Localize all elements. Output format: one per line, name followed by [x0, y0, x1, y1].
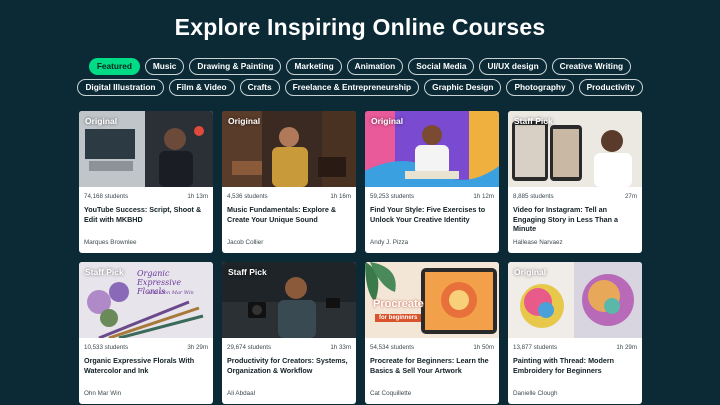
- course-card[interactable]: Staff Pick 29,674 students 1h 33m Produc…: [222, 262, 356, 404]
- student-count: 4,536 students: [227, 193, 268, 200]
- chip-featured[interactable]: Featured: [88, 58, 140, 75]
- course-tag: Staff Pick: [228, 267, 267, 277]
- course-duration: 27m: [624, 193, 637, 200]
- student-count: 29,674 students: [227, 344, 272, 351]
- course-tag: Original: [371, 116, 404, 126]
- chip-graphic-design[interactable]: Graphic Design: [424, 79, 502, 96]
- teacher-name[interactable]: Hallease Narvaez: [513, 239, 563, 246]
- course-card[interactable]: Organic Expressive Florals with Ohn Mar …: [79, 262, 213, 404]
- course-title[interactable]: YouTube Success: Script, Shoot & Edit wi…: [79, 200, 213, 234]
- course-card[interactable]: Staff Pick 8,885 students 27m Video for …: [508, 111, 642, 253]
- course-tag: Staff Pick: [85, 267, 124, 277]
- course-tag: Staff Pick: [514, 116, 553, 126]
- course-title[interactable]: Video for Instagram: Tell an Engaging St…: [508, 200, 642, 234]
- student-count: 54,534 students: [370, 344, 415, 351]
- student-count: 74,168 students: [84, 193, 129, 200]
- student-count: 59,253 students: [370, 193, 415, 200]
- course-title[interactable]: Painting with Thread: Modern Embroidery …: [508, 351, 642, 385]
- chip-productivity[interactable]: Productivity: [578, 79, 643, 96]
- course-title[interactable]: Organic Expressive Florals With Watercol…: [79, 351, 213, 385]
- chip-music[interactable]: Music: [144, 58, 185, 75]
- teacher-name[interactable]: Ohn Mar Win: [84, 390, 121, 397]
- page-title: Explore Inspiring Online Courses: [174, 14, 546, 40]
- course-title[interactable]: Productivity for Creators: Systems, Orga…: [222, 351, 356, 385]
- course-thumbnail: Original: [365, 111, 499, 187]
- course-card[interactable]: Original 13,877 students 1h 29m Painting…: [508, 262, 642, 404]
- course-duration: 1h 13m: [187, 193, 208, 200]
- course-thumbnail: Original: [79, 111, 213, 187]
- student-count: 10,533 students: [84, 344, 129, 351]
- course-thumbnail: Staff Pick: [508, 111, 642, 187]
- course-title[interactable]: Find Your Style: Five Exercises to Unloc…: [365, 200, 499, 234]
- chip-film-video[interactable]: Film & Video: [168, 79, 235, 96]
- course-thumbnail: Original: [508, 262, 642, 338]
- course-tag: Original: [85, 116, 118, 126]
- course-card[interactable]: Original 74,168 students 1h 13m YouTube …: [79, 111, 213, 253]
- course-duration: 1h 29m: [616, 344, 637, 351]
- course-thumbnail: Procreate for beginners: [365, 262, 499, 338]
- course-thumbnail: Original: [222, 111, 356, 187]
- course-thumbnail: Organic Expressive Florals with Ohn Mar …: [79, 262, 213, 338]
- course-card[interactable]: Procreate for beginners 54,534 students …: [365, 262, 499, 404]
- chip-photography[interactable]: Photography: [506, 79, 574, 96]
- teacher-name[interactable]: Ali Abdaal: [227, 390, 255, 397]
- chip-freelance-entrepreneurship[interactable]: Freelance & Entrepreneurship: [284, 79, 420, 96]
- chip-ui-ux-design[interactable]: UI/UX design: [479, 58, 547, 75]
- course-duration: 1h 50m: [473, 344, 494, 351]
- course-title[interactable]: Music Fundamentals: Explore & Create You…: [222, 200, 356, 234]
- course-duration: 1h 33m: [330, 344, 351, 351]
- category-row-2: Digital Illustration Film & Video Crafts…: [0, 79, 720, 96]
- course-grid: Original 74,168 students 1h 13m YouTube …: [79, 111, 642, 404]
- thumbnail-subtitle: for beginners: [375, 314, 422, 322]
- chip-animation[interactable]: Animation: [346, 58, 404, 75]
- chip-crafts[interactable]: Crafts: [239, 79, 280, 96]
- chip-social-media[interactable]: Social Media: [408, 58, 475, 75]
- teacher-name[interactable]: Jacob Collier: [227, 239, 263, 246]
- course-duration: 3h 29m: [187, 344, 208, 351]
- chip-drawing-painting[interactable]: Drawing & Painting: [189, 58, 282, 75]
- course-duration: 1h 16m: [330, 193, 351, 200]
- course-tag: Original: [228, 116, 261, 126]
- teacher-name[interactable]: Cat Coquillette: [370, 390, 411, 397]
- student-count: 13,877 students: [513, 344, 558, 351]
- chip-marketing[interactable]: Marketing: [286, 58, 342, 75]
- course-duration: 1h 12m: [473, 193, 494, 200]
- student-count: 8,885 students: [513, 193, 554, 200]
- chip-creative-writing[interactable]: Creative Writing: [551, 58, 632, 75]
- thumbnail-subtitle: with Ohn Mar Win: [147, 290, 194, 296]
- course-card[interactable]: Original 4,536 students 1h 16m Music Fun…: [222, 111, 356, 253]
- teacher-name[interactable]: Marques Brownlee: [84, 239, 137, 246]
- thumbnail-title: Procreate: [373, 298, 424, 310]
- teacher-name[interactable]: Andy J. Pizza: [370, 239, 408, 246]
- course-card[interactable]: Original 59,253 students 1h 12m Find You…: [365, 111, 499, 253]
- chip-digital-illustration[interactable]: Digital Illustration: [77, 79, 164, 96]
- course-tag: Original: [514, 267, 547, 277]
- course-title[interactable]: Procreate for Beginners: Learn the Basic…: [365, 351, 499, 385]
- course-thumbnail: Staff Pick: [222, 262, 356, 338]
- category-row-1: Featured Music Drawing & Painting Market…: [0, 58, 720, 75]
- teacher-name[interactable]: Danielle Clough: [513, 390, 557, 397]
